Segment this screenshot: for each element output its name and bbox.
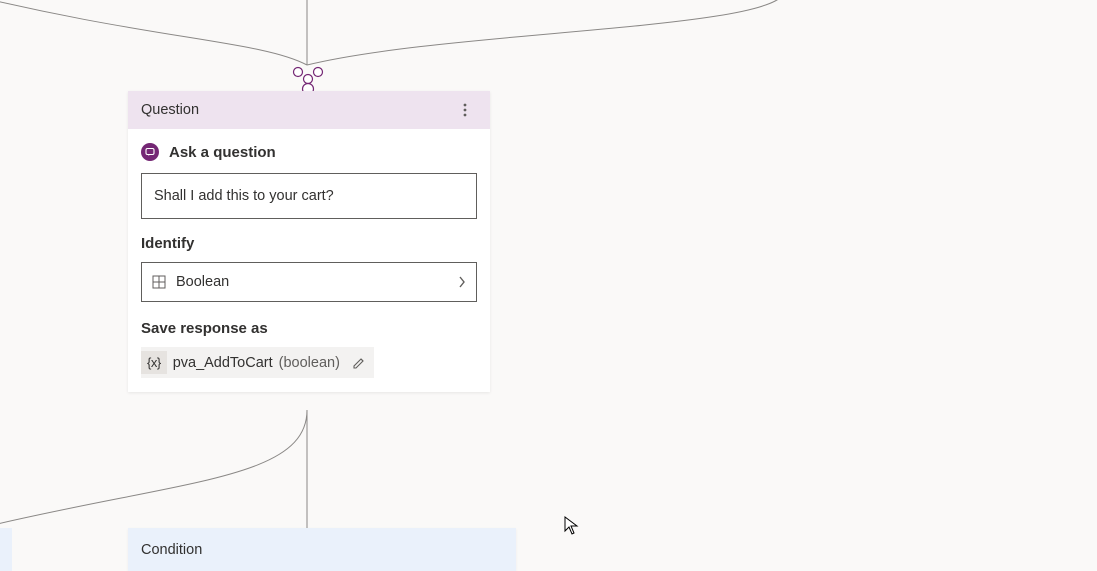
question-node-header: Question	[128, 91, 490, 129]
variable-chip[interactable]: {x} pva_AddToCart (boolean)	[141, 347, 374, 378]
connector-merge-icon	[290, 63, 326, 91]
kebab-icon	[463, 103, 467, 117]
variable-name: pva_AddToCart	[173, 355, 273, 371]
question-node-title: Question	[141, 102, 199, 118]
identify-type-value: Boolean	[176, 274, 229, 290]
action-label: Ask a question	[169, 144, 276, 161]
question-node[interactable]: Question Ask a question Shall	[128, 91, 490, 392]
variable-type: (boolean)	[279, 355, 340, 371]
chevron-right-icon	[458, 276, 466, 288]
offscreen-condition-node[interactable]	[0, 528, 12, 571]
variable-icon: {x}	[141, 351, 167, 374]
question-text-input[interactable]: Shall I add this to your cart?	[141, 173, 477, 219]
action-row: Ask a question	[141, 143, 477, 161]
flow-canvas[interactable]: Question Ask a question Shall	[0, 0, 1097, 571]
variable-edit-button[interactable]	[352, 356, 366, 370]
question-action-icon	[141, 143, 159, 161]
mouse-cursor-icon	[564, 516, 580, 536]
identify-label: Identify	[141, 235, 477, 252]
node-menu-button[interactable]	[454, 99, 476, 121]
condition-node[interactable]: Condition	[128, 528, 516, 571]
condition-node-title: Condition	[141, 542, 202, 558]
pencil-icon	[352, 356, 366, 370]
question-node-body: Ask a question Shall I add this to your …	[128, 129, 490, 392]
identify-selector[interactable]: Boolean	[141, 262, 477, 302]
save-response-label: Save response as	[141, 320, 477, 337]
entity-type-icon	[152, 275, 166, 289]
